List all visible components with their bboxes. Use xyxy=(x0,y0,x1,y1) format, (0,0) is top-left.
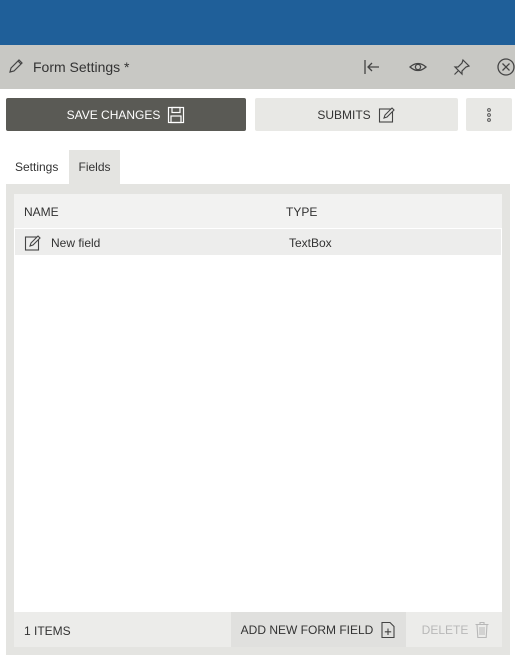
edit-icon[interactable] xyxy=(24,234,42,252)
save-changes-label: SAVE CHANGES xyxy=(66,107,161,122)
add-field-label: ADD NEW FORM FIELD xyxy=(240,622,374,637)
delete-button[interactable]: DELETE xyxy=(410,612,502,647)
save-changes-button[interactable]: SAVE CHANGES xyxy=(6,98,246,131)
app-top-bar xyxy=(0,0,515,45)
close-icon[interactable] xyxy=(496,57,515,77)
column-header-type[interactable]: TYPE xyxy=(286,205,317,219)
collapse-left-icon[interactable] xyxy=(362,57,382,77)
row-field-type: TextBox xyxy=(289,236,332,250)
row-field-name: New field xyxy=(51,236,101,250)
edit-icon xyxy=(378,106,395,123)
more-options-button[interactable] xyxy=(466,98,512,131)
tab-fields[interactable]: Fields xyxy=(69,150,120,184)
eye-icon[interactable] xyxy=(408,57,428,77)
pencil-icon xyxy=(9,59,23,73)
add-new-form-field-button[interactable]: ADD NEW FORM FIELD xyxy=(231,612,406,647)
delete-label: DELETE xyxy=(421,622,469,637)
floppy-disk-icon xyxy=(168,106,185,123)
panel-title: Form Settings * xyxy=(33,59,130,75)
grid-header xyxy=(14,194,502,228)
submits-button[interactable]: SUBMITS xyxy=(255,98,458,131)
column-header-name[interactable]: NAME xyxy=(24,205,59,219)
submits-label: SUBMITS xyxy=(317,107,371,122)
fields-grid xyxy=(14,194,502,647)
items-count: 1 ITEMS xyxy=(24,624,71,638)
trash-icon xyxy=(475,621,489,638)
add-file-icon xyxy=(381,621,395,638)
pin-icon[interactable] xyxy=(452,57,472,77)
tab-settings[interactable]: Settings xyxy=(8,150,68,184)
more-vertical-icon xyxy=(487,107,491,122)
